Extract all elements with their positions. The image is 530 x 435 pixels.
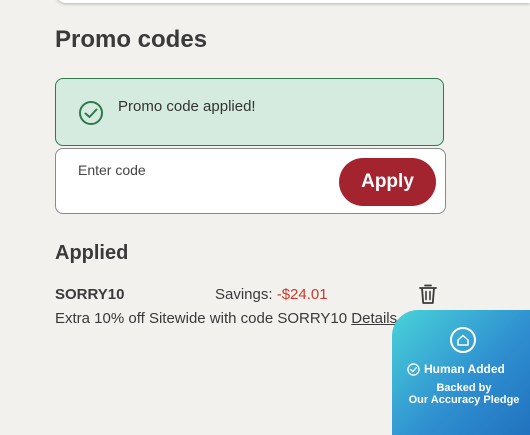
check-circle-icon [78,100,104,126]
savings-label: Savings: [215,286,273,303]
promo-success-message: Promo code applied! [118,98,256,115]
badge-title: Human Added [407,362,505,376]
badge-subtitle-line2: Our Accuracy Pledge [408,394,520,406]
savings: Savings: -$24.01 [215,286,328,303]
details-link[interactable]: Details [351,310,397,327]
apply-button[interactable]: Apply [339,158,436,206]
applied-promo-description: Extra 10% off Sitewide with code SORRY10… [55,310,397,327]
promo-success-alert: Promo code applied! [55,78,444,146]
promo-description-text: Extra 10% off Sitewide with code SORRY10 [55,310,348,327]
promo-codes-heading: Promo codes [55,26,208,53]
trash-icon[interactable] [418,283,438,305]
accuracy-pledge-badge[interactable]: Human Added Backed by Our Accuracy Pledg… [392,310,530,435]
previous-section-card [56,0,530,3]
check-circle-icon [407,362,420,376]
applied-heading: Applied [55,242,129,264]
badge-title-text: Human Added [424,362,505,376]
applied-promo-code: SORRY10 [55,286,125,303]
savings-amount: -$24.01 [276,286,328,303]
promo-code-input[interactable] [74,157,332,183]
promo-code-form: Apply [55,148,446,214]
home-icon [450,327,476,353]
